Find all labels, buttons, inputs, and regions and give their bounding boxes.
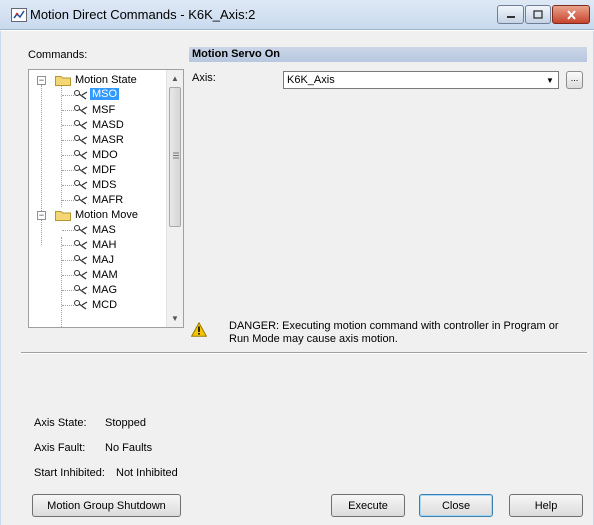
scroll-down-icon[interactable]: ▼ [167, 310, 183, 326]
tree-item-mdo[interactable]: MDO [29, 148, 167, 163]
folder-icon [55, 211, 71, 221]
close-window-button[interactable] [552, 5, 590, 24]
tree-item-mso[interactable]: MSO [29, 88, 167, 103]
tree-item-label: MASD [92, 119, 124, 131]
commands-label: Commands: [28, 49, 88, 61]
scroll-thumb[interactable] [169, 87, 181, 227]
tree-item-label: MDF [92, 164, 116, 176]
axis-browse-button[interactable]: ... [566, 71, 583, 89]
maximize-icon [533, 10, 543, 19]
tree-item-maj[interactable]: MAJ [29, 253, 167, 268]
app-icon [11, 8, 27, 22]
tree-group-motion-state[interactable]: − Motion State [29, 73, 167, 88]
grip-icon [173, 152, 179, 159]
motion-command-icon [74, 240, 88, 250]
start-inhibited-value: Not Inhibited [116, 467, 178, 479]
divider [21, 352, 587, 354]
motion-command-icon [74, 225, 88, 235]
motion-command-icon [74, 255, 88, 265]
axis-state-value: Stopped [105, 417, 146, 429]
chevron-down-icon[interactable]: ▼ [542, 72, 558, 88]
maximize-button[interactable] [525, 5, 551, 24]
tree-item-label: MAJ [92, 254, 114, 266]
title-bar[interactable]: Motion Direct Commands - K6K_Axis:2 [0, 0, 594, 30]
dialog-window: Motion Direct Commands - K6K_Axis:2 Comm… [0, 0, 594, 525]
motion-command-icon [74, 105, 88, 115]
collapse-icon[interactable]: − [37, 211, 46, 220]
panel-title: Motion Servo On [189, 47, 587, 62]
motion-command-icon [74, 195, 88, 205]
tree-item-label: MDO [92, 149, 118, 161]
tree-item-mah[interactable]: MAH [29, 238, 167, 253]
tree-item-label: MAH [92, 239, 117, 251]
tree-scrollbar[interactable]: ▲ ▼ [166, 70, 183, 327]
tree-item-mas[interactable]: MAS [29, 223, 167, 238]
warning-icon [191, 322, 207, 337]
tree-item-msf[interactable]: MSF [29, 103, 167, 118]
close-button[interactable]: Close [419, 494, 493, 517]
close-icon [566, 9, 576, 20]
motion-command-icon [74, 165, 88, 175]
tree-item-masd[interactable]: MASD [29, 118, 167, 133]
tree-item-label: MDS [92, 179, 117, 191]
tree-item-mds[interactable]: MDS [29, 178, 167, 193]
motion-command-icon [74, 150, 88, 160]
tree-item-mdf[interactable]: MDF [29, 163, 167, 178]
tree-item-mag[interactable]: MAG [29, 283, 167, 298]
start-inhibited-label: Start Inhibited: [34, 467, 105, 479]
collapse-icon[interactable]: − [37, 76, 46, 85]
axis-fault-label: Axis Fault: [34, 442, 86, 454]
tree-item-label: MSF [92, 104, 116, 116]
commands-tree[interactable]: − Motion State MSO MSF MASD MASR MDO MDF… [28, 69, 184, 328]
axis-select-value: K6K_Axis [287, 74, 335, 86]
tree-item-label: MAFR [92, 194, 124, 206]
tree-item-label: MCD [92, 299, 118, 311]
tree-item-label: MSO [90, 88, 120, 100]
tree-item-mafr[interactable]: MAFR [29, 193, 167, 208]
tree-item-label: MAS [92, 224, 116, 236]
tree-group-label: Motion State [75, 74, 137, 86]
motion-command-icon [74, 300, 88, 310]
axis-state-label: Axis State: [34, 417, 87, 429]
minimize-button[interactable] [497, 5, 524, 24]
motion-command-icon [74, 90, 88, 100]
scroll-up-icon[interactable]: ▲ [167, 70, 183, 86]
tree-item-label: MAG [92, 284, 118, 296]
motion-command-icon [74, 180, 88, 190]
tree-item-label: MASR [92, 134, 124, 146]
motion-command-icon [74, 120, 88, 130]
motion-command-icon [74, 270, 88, 280]
minimize-icon [506, 15, 515, 18]
motion-command-icon [74, 285, 88, 295]
tree-item-mcd[interactable]: MCD [29, 298, 167, 313]
motion-group-shutdown-button[interactable]: Motion Group Shutdown [32, 494, 181, 517]
tree-item-mam[interactable]: MAM [29, 268, 167, 283]
axis-label: Axis: [192, 72, 216, 84]
tree-group-motion-move[interactable]: − Motion Move [29, 208, 167, 223]
folder-icon [55, 76, 71, 86]
window-title: Motion Direct Commands - K6K_Axis:2 [30, 7, 256, 22]
execute-button[interactable]: Execute [331, 494, 405, 517]
axis-select[interactable]: K6K_Axis ▼ [283, 71, 559, 89]
tree-group-label: Motion Move [75, 209, 138, 221]
axis-fault-value: No Faults [105, 442, 153, 454]
tree-item-label: MAM [92, 269, 118, 281]
help-button[interactable]: Help [509, 494, 583, 517]
tree-item-masr[interactable]: MASR [29, 133, 167, 148]
motion-command-icon [74, 135, 88, 145]
dialog-body: Commands: − Motion State MSO MSF MASD MA… [0, 31, 594, 525]
danger-message: DANGER: Executing motion command with co… [229, 320, 559, 345]
